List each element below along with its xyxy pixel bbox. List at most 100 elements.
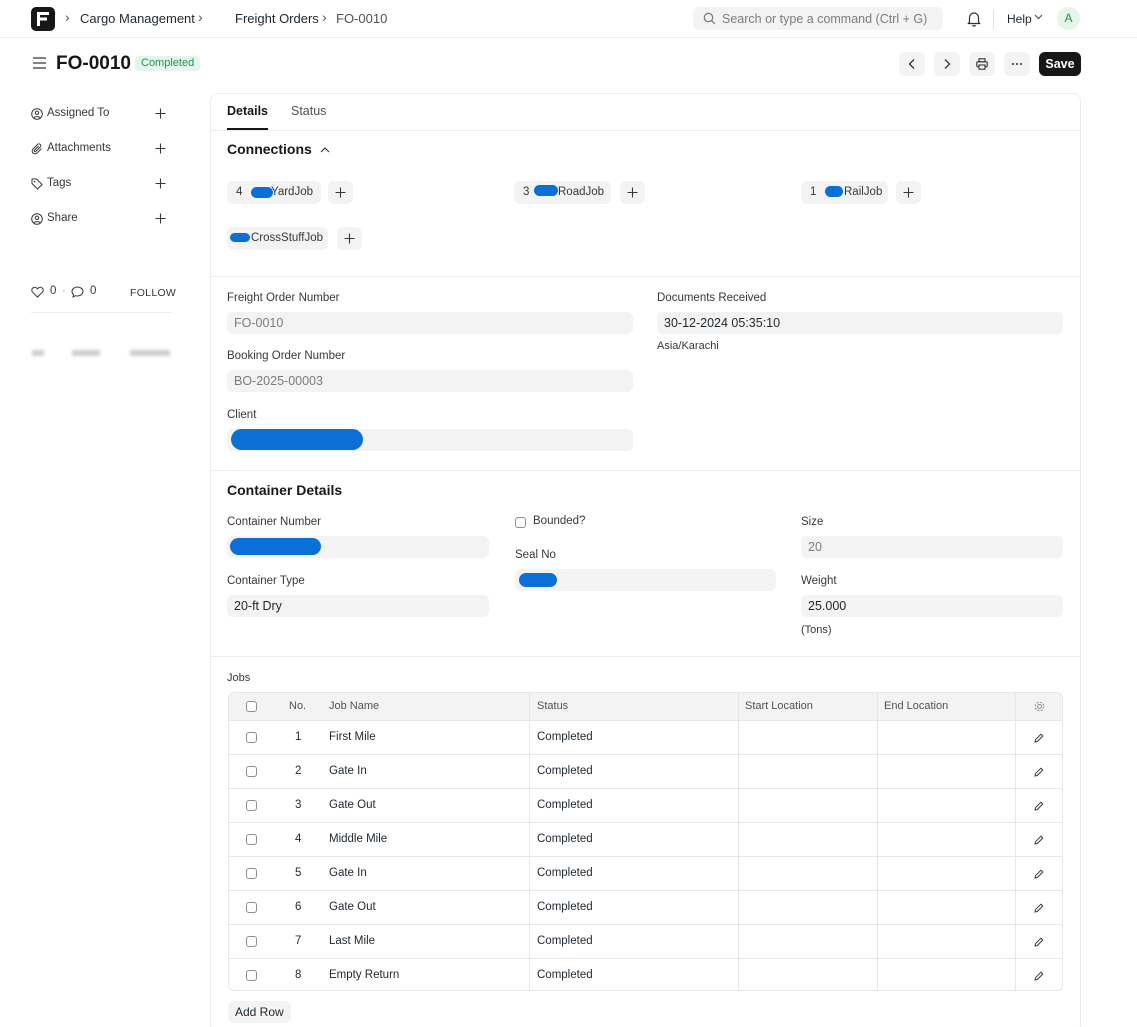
sidebar-share[interactable]: Share <box>31 211 171 227</box>
edit-pencil-icon[interactable] <box>1034 767 1044 777</box>
plus-icon[interactable] <box>155 213 166 224</box>
table-row[interactable]: 8 Empty Return Completed <box>229 958 1062 990</box>
table-row[interactable]: 2 Gate In Completed <box>229 754 1062 788</box>
add-roadjob-button[interactable] <box>620 181 645 204</box>
row-job-name[interactable]: Gate In <box>329 867 367 879</box>
freight-order-number-field[interactable]: FO-0010 <box>227 312 633 334</box>
chevron-down-icon[interactable] <box>1034 14 1043 20</box>
row-status[interactable]: Completed <box>537 901 593 913</box>
edit-pencil-icon[interactable] <box>1034 971 1044 981</box>
connection-name: RailJob <box>844 186 883 198</box>
row-number: 1 <box>295 731 302 743</box>
plus-icon[interactable] <box>155 178 166 189</box>
row-checkbox[interactable] <box>246 902 257 913</box>
row-job-name[interactable]: First Mile <box>329 731 376 743</box>
seal-no-field[interactable] <box>515 569 776 591</box>
booking-order-number-field[interactable]: BO-2025-00003 <box>227 370 633 392</box>
bell-icon[interactable] <box>966 10 982 27</box>
row-job-name[interactable]: Gate Out <box>329 799 376 811</box>
breadcrumb-current: FO-0010 <box>336 11 388 26</box>
add-railjob-button[interactable] <box>896 181 921 204</box>
connection-railjob[interactable]: 1 RailJob <box>801 181 888 204</box>
help-menu[interactable]: Help <box>1007 12 1032 26</box>
row-checkbox[interactable] <box>246 936 257 947</box>
container-type-field[interactable]: 20-ft Dry <box>227 595 489 617</box>
row-job-name[interactable]: Empty Return <box>329 969 399 981</box>
add-crossstuffjob-button[interactable] <box>337 227 362 250</box>
edit-pencil-icon[interactable] <box>1034 869 1044 879</box>
comment-icon[interactable] <box>71 286 84 298</box>
search-bar[interactable] <box>693 7 943 30</box>
printer-icon <box>976 58 988 70</box>
weight-field[interactable]: 25.000 <box>801 595 1063 617</box>
row-checkbox[interactable] <box>246 732 257 743</box>
row-status[interactable]: Completed <box>537 935 593 947</box>
size-field[interactable]: 20 <box>801 536 1063 558</box>
follow-button[interactable]: FOLLOW <box>130 287 176 299</box>
connection-roadjob[interactable]: 3 RoadJob <box>514 181 611 204</box>
table-row[interactable]: 6 Gate Out Completed <box>229 890 1062 924</box>
add-yardjob-button[interactable] <box>328 181 353 204</box>
table-row[interactable]: 3 Gate Out Completed <box>229 788 1062 822</box>
chevron-up-icon[interactable] <box>320 146 330 153</box>
add-row-button[interactable]: Add Row <box>228 1001 291 1023</box>
previous-doc-button[interactable] <box>899 52 925 76</box>
sidebar-tags[interactable]: Tags <box>31 176 171 192</box>
next-doc-button[interactable] <box>934 52 960 76</box>
table-row[interactable]: 4 Middle Mile Completed <box>229 822 1062 856</box>
connection-crossstuffjob[interactable]: CrossStuffJob <box>227 227 328 250</box>
gear-icon[interactable] <box>1034 701 1045 712</box>
column-header-status: Status <box>537 700 569 712</box>
search-input[interactable] <box>722 7 937 30</box>
connections-title[interactable]: Connections <box>227 141 312 157</box>
table-row[interactable]: 5 Gate In Completed <box>229 856 1062 890</box>
save-button[interactable]: Save <box>1039 52 1081 76</box>
sidebar-item-label: Assigned To <box>47 107 110 119</box>
row-job-name[interactable]: Middle Mile <box>329 833 387 845</box>
user-avatar[interactable]: A <box>1057 7 1080 30</box>
row-status[interactable]: Completed <box>537 867 593 879</box>
tab-details[interactable]: Details <box>227 104 268 118</box>
connection-yardjob[interactable]: 4 YardJob <box>227 181 321 204</box>
row-checkbox[interactable] <box>246 834 257 845</box>
client-field[interactable] <box>227 429 633 451</box>
bounded-checkbox[interactable] <box>515 517 526 528</box>
edit-pencil-icon[interactable] <box>1034 835 1044 845</box>
row-job-name[interactable]: Gate In <box>329 765 367 777</box>
plus-icon[interactable] <box>155 108 166 119</box>
table-row[interactable]: 7 Last Mile Completed <box>229 924 1062 958</box>
breadcrumb-freight-orders[interactable]: Freight Orders <box>235 11 319 26</box>
row-checkbox[interactable] <box>246 766 257 777</box>
table-row[interactable]: 1 First Mile Completed <box>229 720 1062 754</box>
edit-pencil-icon[interactable] <box>1034 733 1044 743</box>
row-status[interactable]: Completed <box>537 731 593 743</box>
select-all-checkbox[interactable] <box>246 701 257 712</box>
row-job-name[interactable]: Last Mile <box>329 935 375 947</box>
heart-icon[interactable] <box>31 286 44 298</box>
more-actions-button[interactable] <box>1004 52 1030 76</box>
sidebar-assigned-to[interactable]: Assigned To <box>31 106 171 122</box>
container-number-field[interactable] <box>227 536 489 558</box>
tab-status[interactable]: Status <box>291 104 326 118</box>
edit-pencil-icon[interactable] <box>1034 937 1044 947</box>
row-checkbox[interactable] <box>246 868 257 879</box>
sidebar-attachments[interactable]: Attachments <box>31 141 171 157</box>
breadcrumb-cargo-management[interactable]: Cargo Management <box>80 11 195 26</box>
plus-icon[interactable] <box>155 143 166 154</box>
row-status[interactable]: Completed <box>537 969 593 981</box>
row-checkbox[interactable] <box>246 800 257 811</box>
row-status[interactable]: Completed <box>537 799 593 811</box>
sidebar-toggle-icon[interactable] <box>33 57 46 69</box>
row-checkbox[interactable] <box>246 970 257 981</box>
print-button[interactable] <box>969 52 995 76</box>
row-status[interactable]: Completed <box>537 833 593 845</box>
edit-pencil-icon[interactable] <box>1034 801 1044 811</box>
sidebar-item-label: Tags <box>47 177 72 189</box>
app-logo[interactable] <box>31 7 55 31</box>
edit-pencil-icon[interactable] <box>1034 903 1044 913</box>
documents-received-field[interactable]: 30-12-2024 05:35:10 <box>657 312 1063 334</box>
row-status[interactable]: Completed <box>537 765 593 777</box>
row-job-name[interactable]: Gate Out <box>329 901 376 913</box>
container-type-label: Container Type <box>227 575 305 587</box>
chevron-right-icon: › <box>322 9 327 25</box>
